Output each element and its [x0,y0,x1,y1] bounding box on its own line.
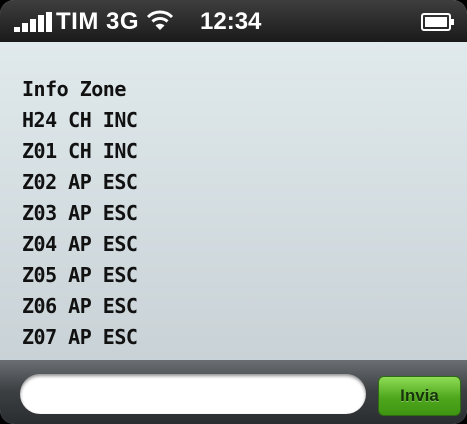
wifi-icon [146,10,174,30]
message-list: Info Zone H24 CH INC Z01 CH INC Z02 AP E… [22,74,138,353]
message-line: Z05 AP ESC [22,263,138,287]
message-line: Z04 AP ESC [22,232,138,256]
send-button[interactable]: Invia [378,376,461,416]
carrier-name: TIM 3G [56,8,140,35]
message-line: Z07 AP ESC [22,325,138,349]
clock: 12:34 [200,8,262,35]
status-bar: TIM 3G 12:34 [0,0,467,42]
message-input[interactable] [20,374,366,414]
battery-icon [421,13,454,31]
message-line: Z03 AP ESC [22,201,138,225]
message-line: H24 CH INC [22,108,138,132]
message-line: Info Zone [22,77,126,101]
message-area: Info Zone H24 CH INC Z01 CH INC Z02 AP E… [0,42,467,360]
message-line: Z01 CH INC [22,139,138,163]
phone-screen: TIM 3G 12:34 Info Zone H24 CH INC Z01 CH… [0,0,467,424]
message-line: Z02 AP ESC [22,170,138,194]
input-bar: Invia [0,360,467,424]
signal-icon [14,12,52,32]
message-line: Z06 AP ESC [22,294,138,318]
